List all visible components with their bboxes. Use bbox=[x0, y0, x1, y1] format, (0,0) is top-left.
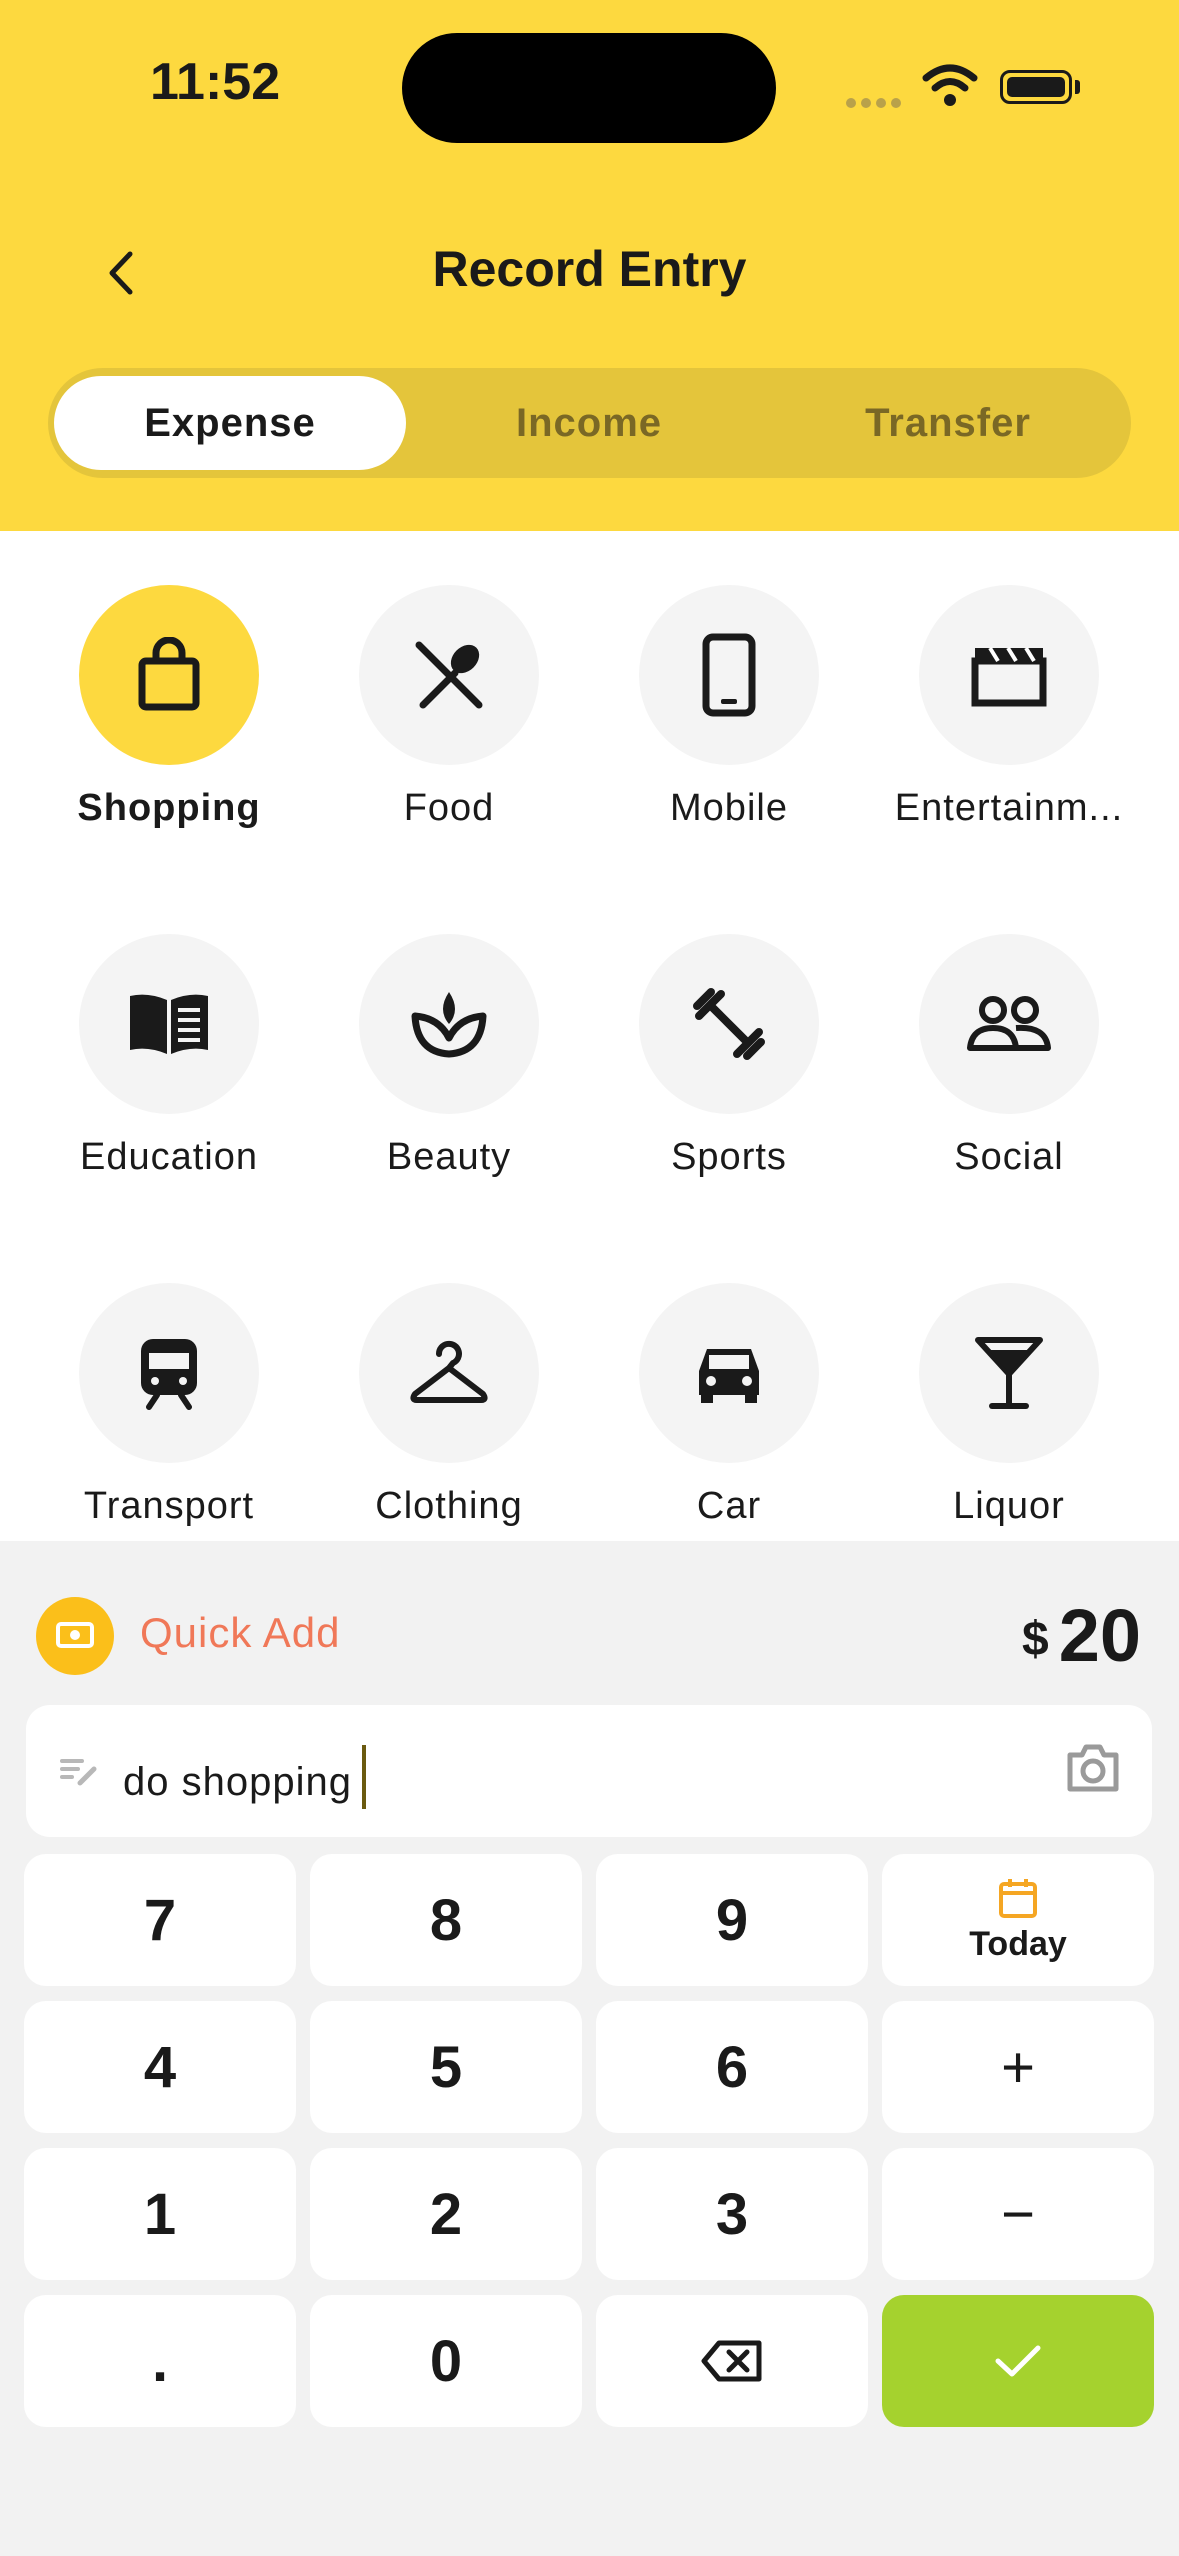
key-3[interactable]: 3 bbox=[596, 2148, 868, 2280]
category-label: Sports bbox=[671, 1136, 787, 1178]
edit-note-icon bbox=[60, 1759, 97, 1786]
date-button[interactable]: Today bbox=[882, 1854, 1154, 1986]
currency-symbol: $ bbox=[1021, 1613, 1049, 1666]
category-shopping[interactable]: Shopping bbox=[29, 585, 309, 830]
quick-add-label[interactable]: Quick Add bbox=[140, 1609, 340, 1657]
key-4[interactable]: 4 bbox=[24, 2001, 296, 2133]
category-sports[interactable]: Sports bbox=[589, 934, 869, 1179]
status-time: 11:52 bbox=[150, 53, 281, 111]
lotus-icon bbox=[411, 992, 487, 1058]
amount-value: 20 bbox=[1058, 1594, 1141, 1677]
checkmark-icon bbox=[995, 2345, 1041, 2377]
category-clothing[interactable]: Clothing bbox=[309, 1283, 589, 1528]
camera-icon[interactable] bbox=[1066, 1743, 1120, 1793]
wifi-icon bbox=[922, 64, 978, 106]
category-label: Shopping bbox=[77, 787, 261, 829]
key-decimal[interactable]: . bbox=[24, 2295, 296, 2427]
dumbbell-icon bbox=[693, 988, 765, 1060]
key-9[interactable]: 9 bbox=[596, 1854, 868, 1986]
tab-expense[interactable]: Expense bbox=[54, 376, 406, 470]
category-social[interactable]: Social bbox=[869, 934, 1149, 1179]
note-input[interactable]: do shopping bbox=[123, 1760, 352, 1804]
backspace-icon bbox=[701, 2340, 762, 2382]
quick-add-button[interactable] bbox=[36, 1597, 114, 1675]
page-title: Record Entry bbox=[432, 241, 747, 297]
category-label: Education bbox=[79, 1136, 258, 1178]
cash-icon bbox=[56, 1622, 94, 1648]
calendar-icon bbox=[999, 1878, 1037, 1918]
category-car[interactable]: Car bbox=[589, 1283, 869, 1528]
clapperboard-icon bbox=[971, 646, 1047, 707]
phone-icon bbox=[702, 633, 756, 717]
signal-icon bbox=[846, 95, 906, 113]
key-5[interactable]: 5 bbox=[310, 2001, 582, 2133]
category-transport[interactable]: Transport bbox=[29, 1283, 309, 1528]
category-label: Entertainm... bbox=[894, 787, 1124, 829]
car-icon bbox=[699, 1349, 759, 1403]
key-plus[interactable]: + bbox=[882, 2001, 1154, 2133]
tab-transfer[interactable]: Transfer bbox=[772, 376, 1124, 470]
category-beauty[interactable]: Beauty bbox=[309, 934, 589, 1179]
category-label: Car bbox=[696, 1485, 762, 1527]
category-liquor[interactable]: Liquor bbox=[869, 1283, 1149, 1528]
text-caret bbox=[361, 1745, 366, 1809]
train-icon bbox=[141, 1339, 197, 1410]
category-label: Beauty bbox=[386, 1136, 512, 1178]
book-icon bbox=[130, 994, 208, 1054]
confirm-button[interactable] bbox=[882, 2295, 1154, 2427]
header: 11:52 Record Entry Expense Income Transf… bbox=[0, 0, 1179, 531]
category-label: Social bbox=[954, 1136, 1064, 1178]
category-label: Clothing bbox=[375, 1485, 523, 1527]
key-1[interactable]: 1 bbox=[24, 2148, 296, 2280]
category-label: Transport bbox=[83, 1485, 255, 1527]
backspace-button[interactable] bbox=[596, 2295, 868, 2427]
cocktail-icon bbox=[975, 1337, 1043, 1409]
date-label: Today bbox=[969, 1924, 1067, 1963]
category-label: Food bbox=[403, 787, 495, 829]
category-mobile[interactable]: Mobile bbox=[589, 585, 869, 830]
category-label: Liquor bbox=[953, 1485, 1065, 1527]
key-7[interactable]: 7 bbox=[24, 1854, 296, 1986]
amount-display: $20 bbox=[1022, 1593, 1141, 1678]
dynamic-island bbox=[402, 33, 776, 143]
category-food[interactable]: Food bbox=[309, 585, 589, 830]
key-minus[interactable]: − bbox=[882, 2148, 1154, 2280]
fork-spoon-icon bbox=[415, 641, 483, 709]
entry-panel: Quick Add $20 do shopping 7 8 9 Today 4 … bbox=[0, 1541, 1179, 2556]
key-8[interactable]: 8 bbox=[310, 1854, 582, 1986]
key-6[interactable]: 6 bbox=[596, 2001, 868, 2133]
category-entertainment[interactable]: Entertainm... bbox=[869, 585, 1149, 830]
note-field[interactable]: do shopping bbox=[26, 1705, 1152, 1837]
category-grid: Shopping Food Mobile Entertainm... Educa… bbox=[0, 531, 1179, 1541]
category-label: Mobile bbox=[670, 787, 788, 829]
tab-income[interactable]: Income bbox=[413, 376, 765, 470]
hanger-icon bbox=[410, 1340, 488, 1403]
people-icon bbox=[967, 996, 1051, 1051]
battery-icon bbox=[1000, 70, 1072, 104]
shopping-bag-icon bbox=[138, 637, 200, 711]
key-0[interactable]: 0 bbox=[310, 2295, 582, 2427]
key-2[interactable]: 2 bbox=[310, 2148, 582, 2280]
entry-type-tabs: Expense Income Transfer bbox=[48, 368, 1131, 478]
category-education[interactable]: Education bbox=[29, 934, 309, 1179]
